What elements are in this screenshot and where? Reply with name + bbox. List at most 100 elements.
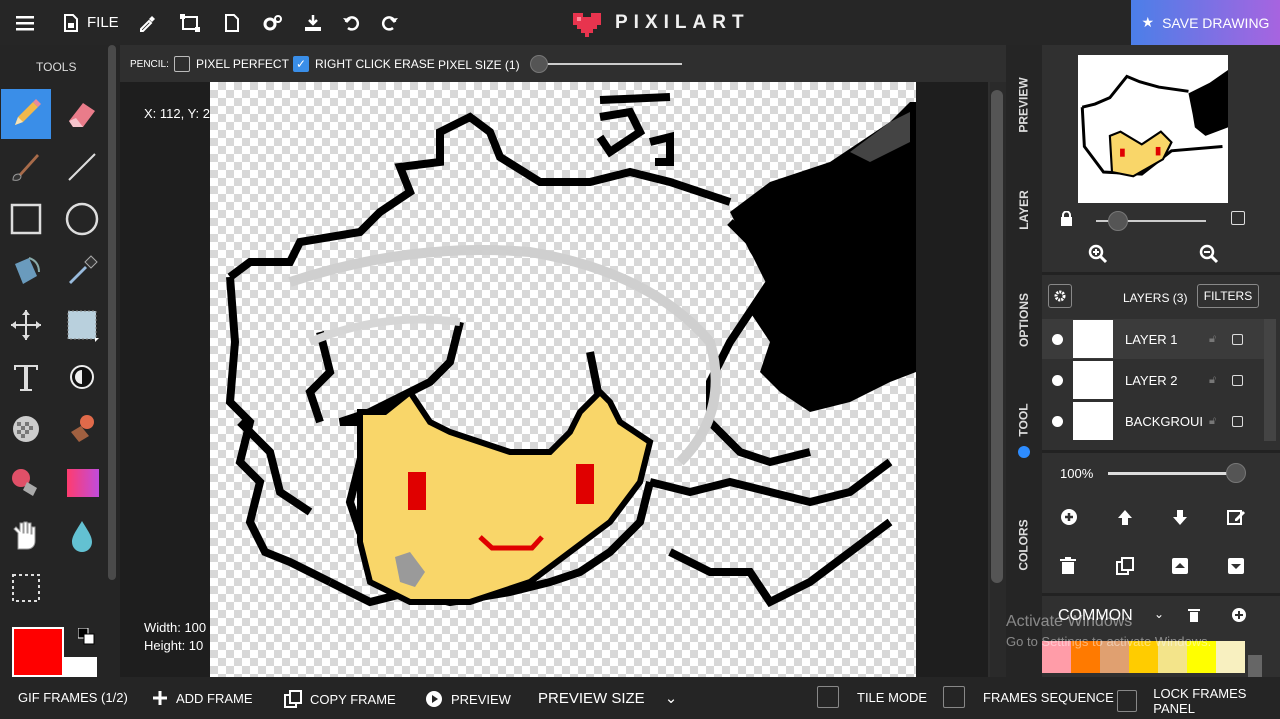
layer-checkbox[interactable]: [1232, 415, 1244, 427]
layer-row[interactable]: LAYER 1 🔓︎: [1042, 319, 1264, 359]
delete-layer-icon[interactable]: [1060, 557, 1076, 580]
gradient-tool[interactable]: [57, 458, 107, 508]
layers-scrollbar[interactable]: [1264, 319, 1276, 441]
undo-icon[interactable]: [338, 10, 364, 36]
layer-checkbox[interactable]: [1232, 374, 1244, 386]
duplicate-layer-icon[interactable]: [1116, 557, 1134, 580]
gradient-icon: [67, 469, 99, 497]
preview-zoom-slider-handle[interactable]: [1108, 211, 1128, 231]
download-icon[interactable]: [300, 10, 326, 36]
rectangle-tool[interactable]: [1, 194, 51, 244]
drop-tool[interactable]: [57, 511, 107, 561]
layer-visibility-dot[interactable]: [1052, 415, 1063, 427]
brush-tool[interactable]: [1, 142, 51, 192]
lock-layer-icon[interactable]: 🔓︎: [1209, 374, 1216, 387]
pixel-perfect-checkbox[interactable]: [174, 56, 190, 72]
frames-sequence-option[interactable]: FRAMES SEQUENCE: [943, 686, 1114, 708]
lock-frames-panel-label: LOCK FRAMES PANEL: [1153, 686, 1247, 716]
preview-size-dropdown[interactable]: PREVIEW SIZE ⌄: [538, 689, 677, 708]
preview-checkbox[interactable]: [1231, 211, 1245, 225]
settings-icon[interactable]: [260, 10, 286, 36]
stamp-tool[interactable]: [57, 404, 107, 454]
eraser-tool[interactable]: [57, 89, 107, 139]
fill-paint-tool[interactable]: [1, 458, 51, 508]
lock-layer-icon[interactable]: 🔓︎: [1209, 415, 1216, 428]
tile-mode-checkbox[interactable]: [817, 686, 839, 708]
preview-button[interactable]: PREVIEW: [425, 690, 511, 708]
right-panel: LAYERS (3) FILTERS LAYER 1 🔓︎ LAYER 2 🔓︎…: [1042, 45, 1280, 677]
text-tool[interactable]: [1, 352, 51, 402]
preview-thumbnail: [1078, 55, 1228, 203]
file-icon[interactable]: [58, 10, 84, 36]
add-palette-icon[interactable]: [1232, 608, 1246, 627]
pixel-perfect-option[interactable]: PIXEL PERFECT: [174, 56, 289, 72]
lock-layer-icon[interactable]: 🔓︎: [1209, 333, 1216, 346]
redo-icon[interactable]: [377, 10, 403, 36]
lock-frames-panel-checkbox[interactable]: [1117, 690, 1138, 712]
bucket-tool[interactable]: [1, 246, 51, 296]
line-icon: [68, 153, 96, 181]
edit-layer-icon[interactable]: [1227, 508, 1245, 531]
primary-color-swatch[interactable]: [12, 627, 64, 677]
layer-opacity-value: 100%: [1060, 466, 1094, 481]
lock-frames-panel-option[interactable]: LOCK FRAMES PANEL: [1117, 686, 1280, 716]
hand-tool[interactable]: [1, 511, 51, 561]
palette-swatch[interactable]: [1216, 641, 1245, 673]
layer-name: BACKGROUI: [1125, 413, 1204, 429]
layer-settings-button[interactable]: [1048, 284, 1072, 308]
lighten-tool[interactable]: [57, 352, 107, 402]
brush-icon: [12, 154, 39, 181]
drawing-canvas[interactable]: [210, 82, 916, 677]
add-layer-icon[interactable]: [1060, 508, 1078, 531]
line-tool[interactable]: [57, 142, 107, 192]
frames-sequence-checkbox[interactable]: [943, 686, 965, 708]
tab-colors[interactable]: COLORS: [1006, 505, 1042, 585]
move-layer-up-icon[interactable]: [1116, 508, 1134, 531]
copy-frame-button[interactable]: COPY FRAME: [284, 690, 396, 708]
layer-row[interactable]: BACKGROUI 🔓︎: [1042, 401, 1264, 441]
tab-tool[interactable]: TOOL: [1006, 390, 1042, 450]
filters-button[interactable]: FILTERS: [1197, 284, 1259, 308]
palette-scrollbar[interactable]: [1248, 655, 1262, 677]
pixel-size-slider-handle[interactable]: [530, 55, 548, 73]
move-layer-down-icon[interactable]: [1171, 508, 1189, 531]
tab-layer[interactable]: LAYER: [1006, 165, 1042, 255]
right-click-erase-option[interactable]: ✓ RIGHT CLICK ERASE: [293, 56, 435, 72]
opacity-slider-handle[interactable]: [1226, 463, 1246, 483]
eyedropper-icon[interactable]: [134, 10, 160, 36]
opacity-slider-track[interactable]: [1108, 472, 1238, 475]
merge-down-icon[interactable]: [1227, 557, 1245, 580]
save-drawing-button[interactable]: ★ SAVE DRAWING: [1131, 0, 1280, 45]
tab-options[interactable]: OPTIONS: [1006, 275, 1042, 365]
secondary-color-swatch[interactable]: [64, 657, 97, 677]
marquee-tool[interactable]: [1, 563, 51, 613]
layer-row[interactable]: LAYER 2 🔓︎: [1042, 360, 1264, 400]
bucket-icon: [15, 257, 40, 284]
layer-visibility-dot[interactable]: [1052, 333, 1063, 345]
document-icon[interactable]: [219, 10, 245, 36]
resize-icon[interactable]: [177, 10, 203, 36]
pencil-tool[interactable]: [1, 89, 51, 139]
tools-scrollbar[interactable]: [108, 45, 116, 580]
tile-mode-option[interactable]: TILE MODE: [817, 686, 927, 708]
eyedropper-tool[interactable]: [57, 246, 107, 296]
tab-preview[interactable]: PREVIEW: [1006, 55, 1042, 155]
dither-tool[interactable]: [1, 404, 51, 454]
file-menu-label[interactable]: FILE: [87, 14, 119, 31]
layer-checkbox[interactable]: [1232, 333, 1244, 345]
pixel-size-slider-track[interactable]: [538, 63, 682, 65]
right-click-erase-checkbox[interactable]: ✓: [293, 56, 309, 72]
circle-tool[interactable]: [57, 194, 107, 244]
gif-frames-label[interactable]: GIF FRAMES (1/2): [18, 690, 128, 705]
lock-icon[interactable]: [1060, 210, 1073, 229]
canvas-scrollbar-thumb[interactable]: [991, 90, 1003, 583]
zoom-out-icon[interactable]: [1199, 244, 1219, 269]
move-tool[interactable]: [1, 300, 51, 350]
swap-colors-icon[interactable]: [77, 627, 96, 646]
menu-icon[interactable]: [12, 10, 38, 36]
zoom-in-icon[interactable]: [1088, 244, 1108, 269]
select-tool[interactable]: [57, 300, 107, 350]
layer-visibility-dot[interactable]: [1052, 374, 1063, 386]
merge-up-icon[interactable]: [1171, 557, 1189, 580]
add-frame-button[interactable]: ADD FRAME: [152, 690, 253, 706]
